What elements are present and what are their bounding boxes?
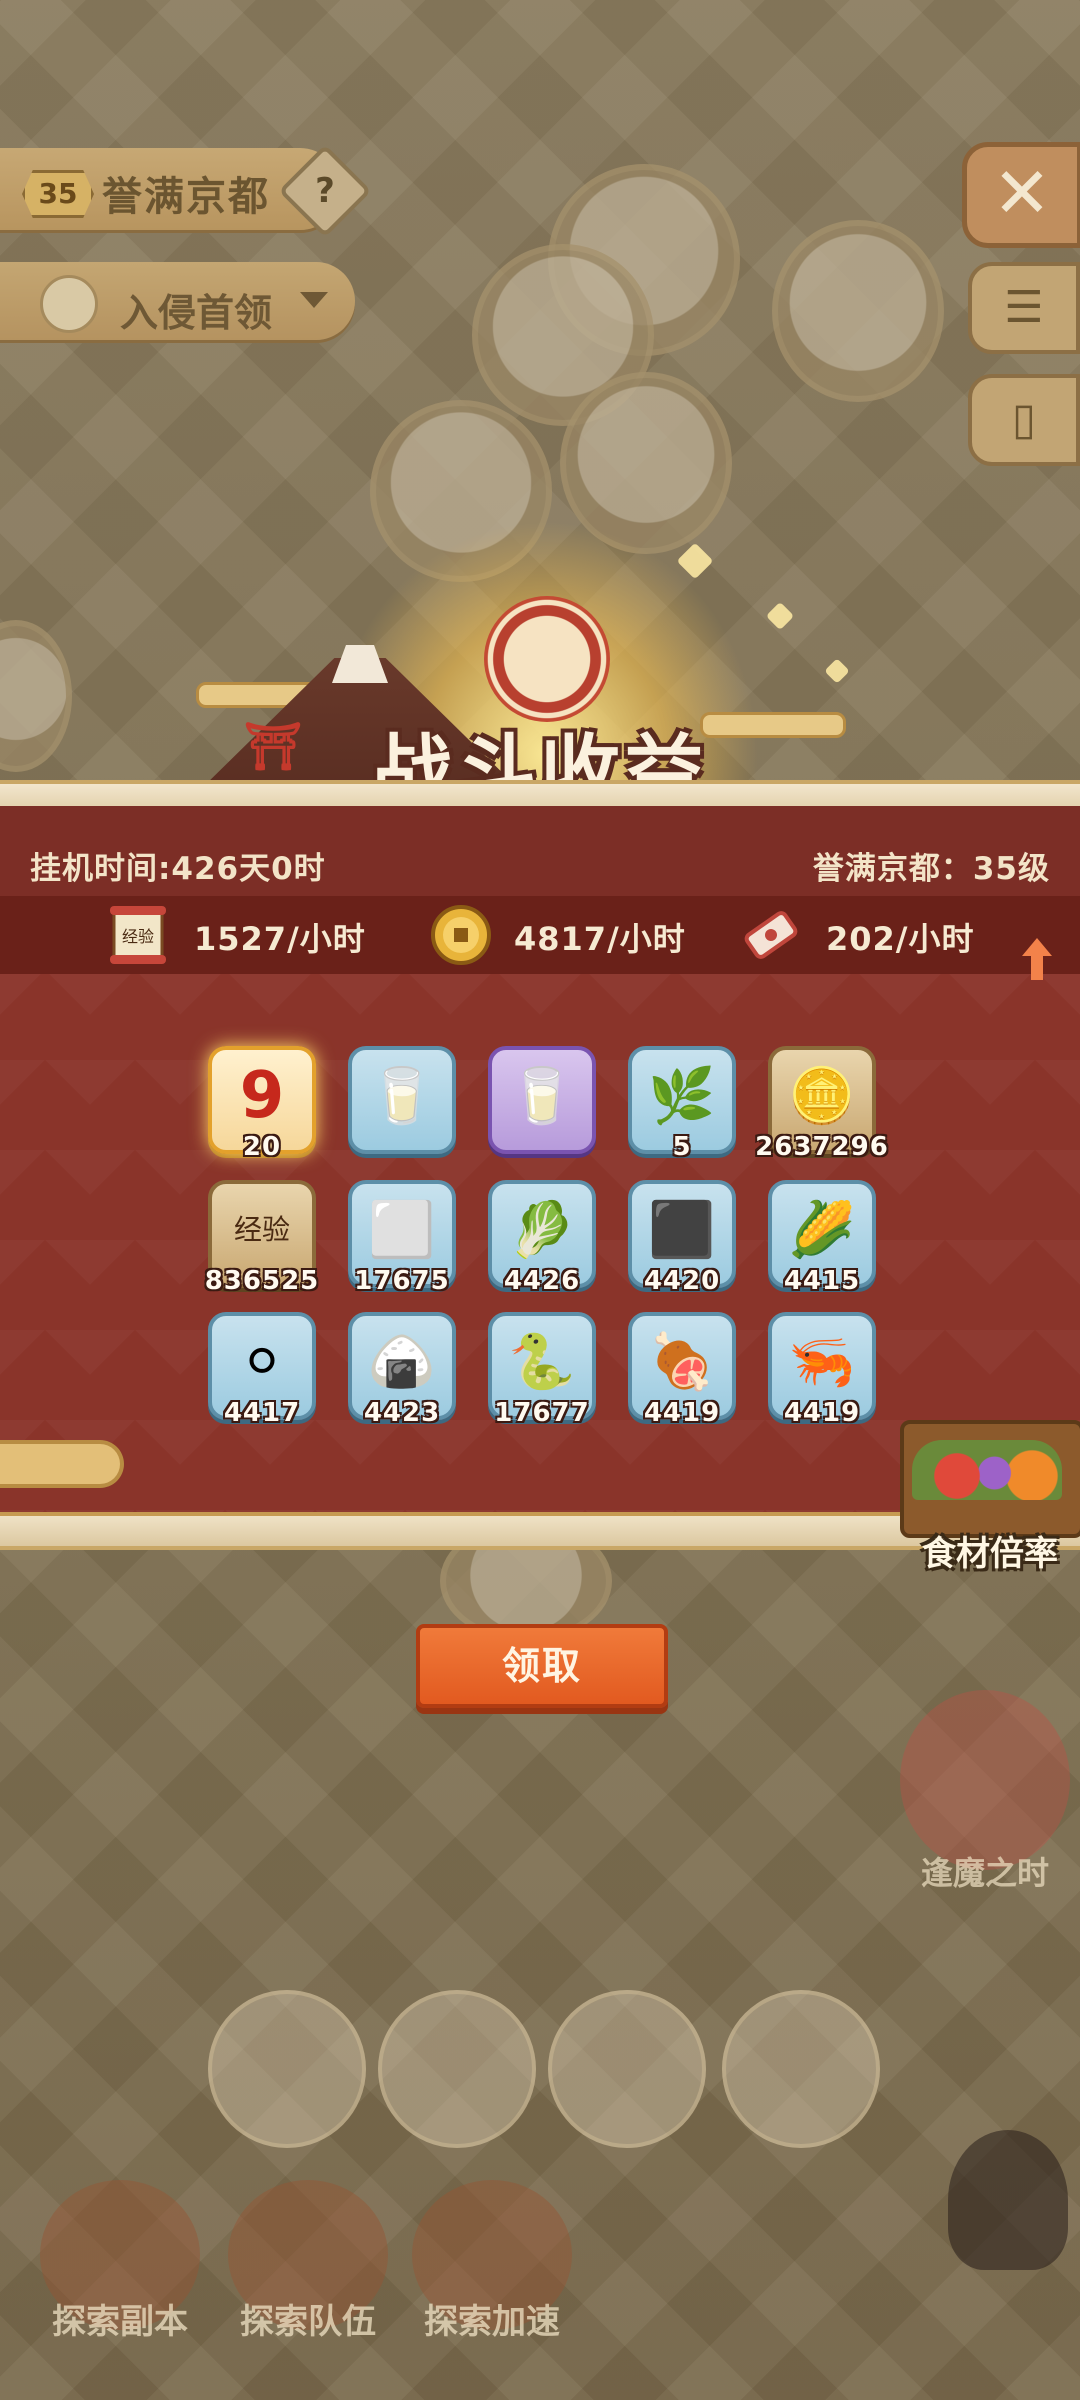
meat-icon: 🍖 [648,1330,716,1393]
ingredient-rate-label: 食材倍率 [922,1534,1058,1574]
reward-item-seaweed[interactable]: ⬛ 4420 [628,1180,736,1296]
demon-time-label: 逢魔之时 [920,1854,1049,1892]
sun-drum-decoration [484,596,610,722]
eel-icon: 🐍 [508,1330,576,1393]
rice-balls-icon: 🍙 [368,1330,436,1393]
egg-icon: ⚪ [239,1330,285,1393]
arrow-up-icon[interactable] [1022,938,1052,982]
svg-text:经验: 经验 [122,927,154,946]
close-icon: ✕ [992,152,1052,234]
reward-item-rice-balls[interactable]: 🍙 4423 [348,1312,456,1428]
team-member-slot[interactable] [548,1990,706,2148]
item-count: 20 [242,1132,282,1162]
claim-button[interactable]: 领取 [416,1624,668,1708]
card-icon: ▯ [1011,394,1037,445]
team-member-slot[interactable] [722,1990,880,2148]
chevron-down-icon [300,292,328,308]
demon-time-button[interactable] [900,1690,1070,1870]
exp-rate: 1527/小时 [194,920,366,958]
card-button[interactable]: ▯ [968,374,1080,466]
gold-coin-icon: 🪙 [788,1064,856,1127]
explore-speed-label: 探索加速 [424,2302,560,2342]
area-name: 誉满京都 [102,174,270,220]
exp-scroll-icon: 经验 [233,1213,290,1246]
reward-item-corn[interactable]: 🌽 4415 [768,1180,876,1296]
reward-item-exp-scroll[interactable]: 经验 836525 [205,1180,318,1296]
shrimp-icon: 🦐 [788,1330,856,1393]
cloud-decoration [0,1440,124,1488]
reward-item-milk-carton-blue[interactable]: 🥛 [348,1046,456,1154]
reward-item-eel[interactable]: 🐍 17677 [488,1312,596,1428]
question-icon: ? [315,171,335,211]
reward-item-egg[interactable]: ⚪ 4417 [208,1312,316,1428]
torii-icon: ⛩ [244,719,303,773]
reward-item-milk-carton-purple[interactable]: 🥛 [488,1046,596,1154]
red-nine-token-icon: 9 [239,1059,285,1133]
reward-item-green-leaf[interactable]: 🌿 5 [628,1046,736,1162]
coin-icon [430,904,491,966]
reward-item-meat[interactable]: 🍖 4419 [628,1312,736,1428]
bear-mascot [948,2130,1068,2270]
team-member-slot[interactable] [378,1990,536,2148]
reward-item-shrimp[interactable]: 🦐 4419 [768,1312,876,1428]
vegetable-basket-icon [912,1440,1062,1500]
ticket-rate: 202/小时 [826,920,975,958]
item-count: 2637296 [755,1132,889,1162]
close-button[interactable]: ✕ [962,142,1080,248]
list-button[interactable]: ☰ [968,262,1080,354]
boss-selector-label: 入侵首领 [120,291,273,335]
list-icon: ☰ [1004,282,1044,333]
exp-scroll-icon: 经验 [108,904,168,966]
reward-item-tofu[interactable]: ⬜ 17675 [348,1180,456,1296]
corn-icon: 🌽 [788,1198,856,1261]
idle-time-label: 挂机时间:426天0时 [30,851,326,887]
seaweed-icon: ⬛ [648,1198,716,1261]
area-level-label: 誉满京都：35级 [812,851,1050,887]
explore-dungeon-label: 探索副本 [52,2302,188,2342]
reward-item-bok-choy[interactable]: 🥬 4426 [488,1180,596,1296]
green-leaf-icon: 🌿 [648,1064,716,1127]
item-count: 4419 [783,1398,861,1428]
reward-item-red-nine-token[interactable]: 9 20 [208,1046,316,1162]
reward-item-gold-coin[interactable]: 🪙 2637296 [755,1046,888,1162]
bok-choy-icon: 🥬 [508,1198,576,1261]
milk-carton-blue-icon: 🥛 [368,1064,436,1127]
ticket-icon [740,904,800,966]
item-count: 4415 [783,1266,861,1296]
tofu-icon: ⬜ [368,1198,436,1261]
team-member-slot[interactable] [208,1990,366,2148]
coin-rate: 4817/小时 [514,920,686,958]
boss-icon [40,275,98,333]
area-level-badge: 35 [22,170,94,218]
milk-carton-purple-icon: 🥛 [508,1064,576,1127]
explore-team-label: 探索队伍 [240,2302,376,2342]
